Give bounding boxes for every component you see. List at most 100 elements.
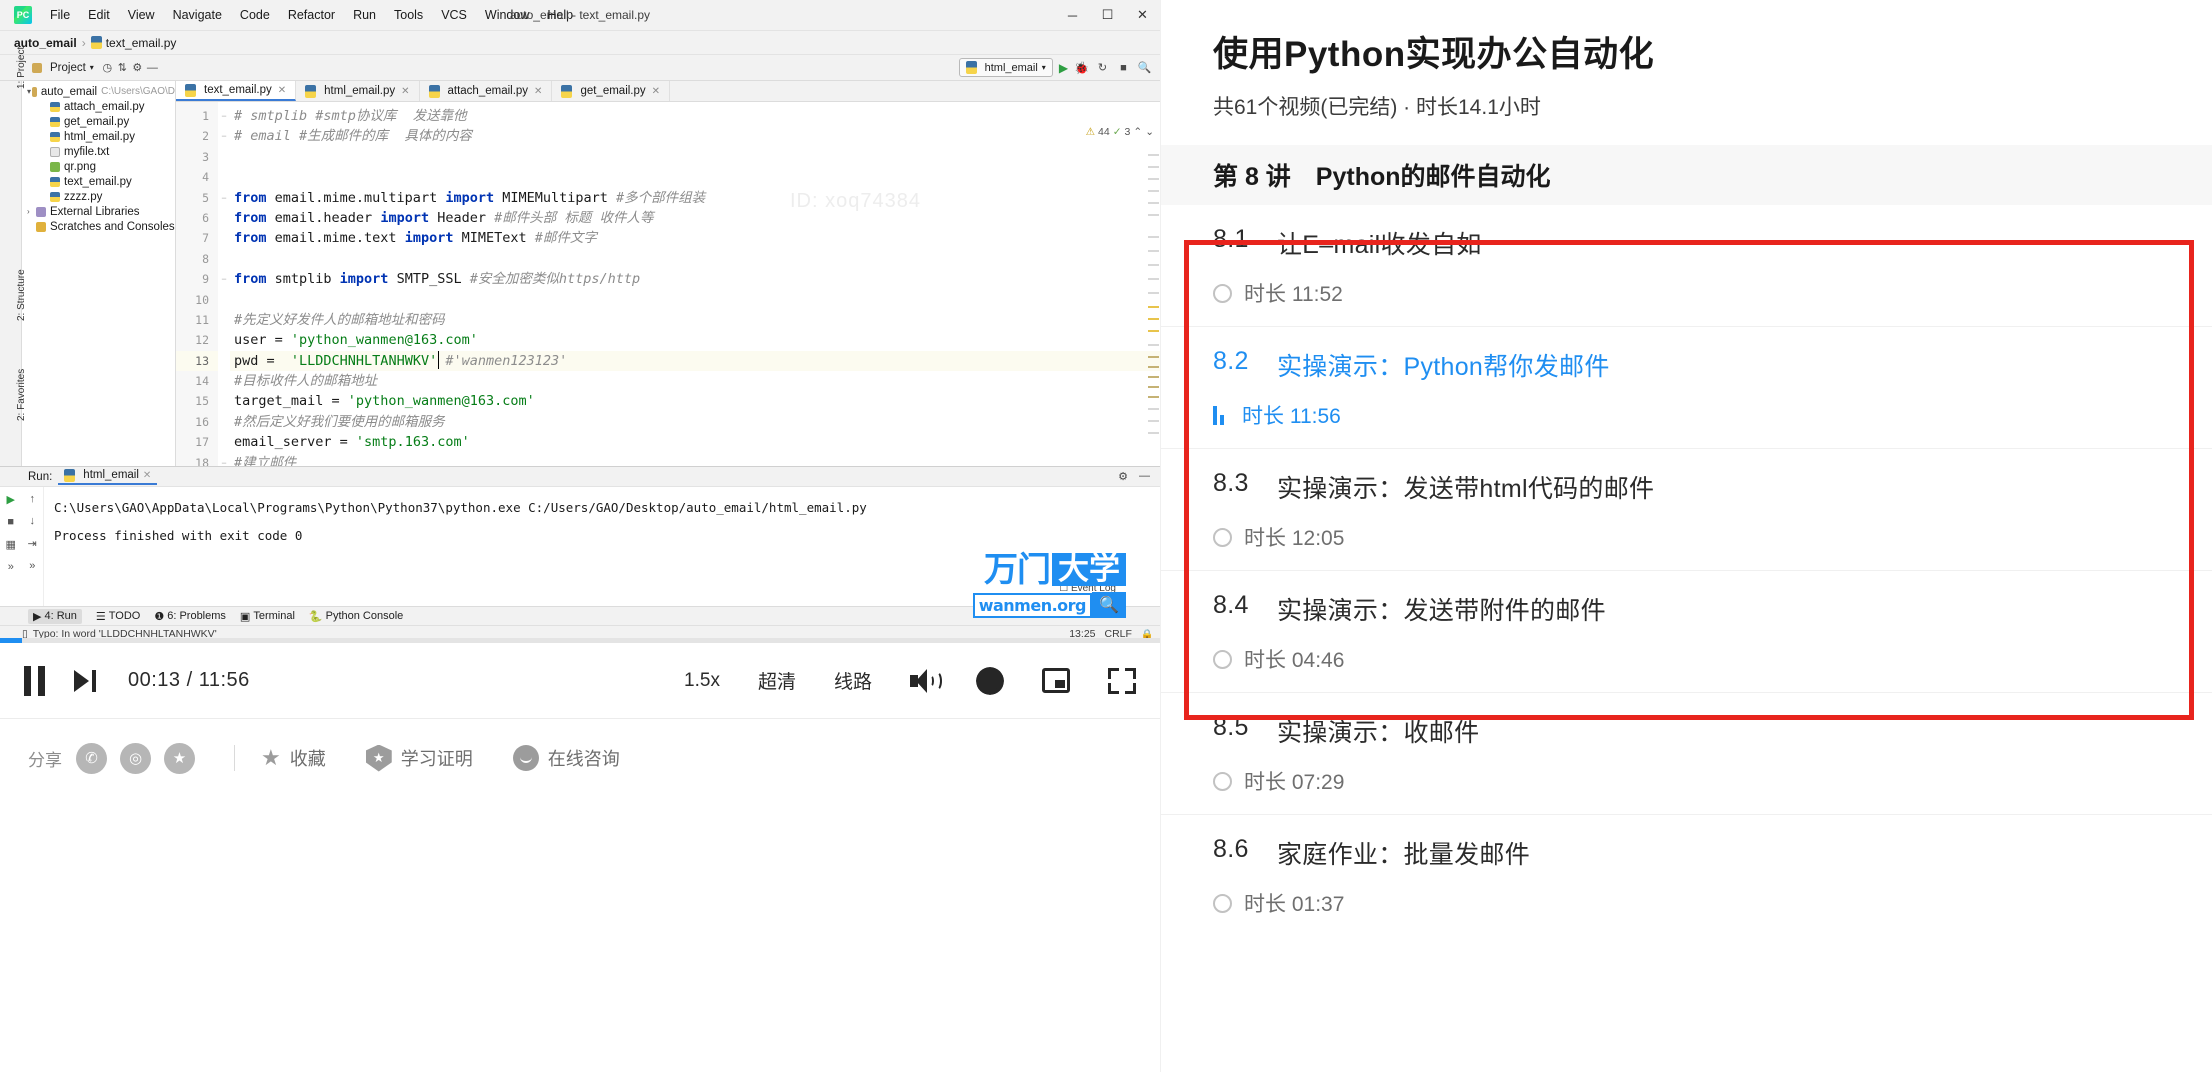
code-line[interactable] [230,290,1160,310]
picture-in-picture-button[interactable] [1042,668,1070,693]
tree-item[interactable]: attach_email.py [22,99,175,114]
code-line[interactable]: target_mail = 'python_wanmen@163.com' [230,391,1160,411]
down-icon[interactable]: ↓ [30,515,36,527]
tree-item[interactable]: text_email.py [22,174,175,189]
fold-marker-icon[interactable]: − [218,188,230,208]
project-tool-button[interactable]: Project ▾ [26,62,100,74]
line-button[interactable]: 线路 [834,667,872,694]
tree-item[interactable]: › External Libraries [22,204,175,219]
breadcrumb-file[interactable]: text_email.py [106,36,177,50]
close-icon[interactable]: ✕ [652,86,660,97]
menu-view[interactable]: View [119,6,164,24]
bottom-tool-python-console-icon[interactable]: 🐍 Python Console [309,610,403,623]
fold-marker-icon[interactable] [218,330,230,350]
layout-icon[interactable]: ▦ [6,538,16,551]
volume-button[interactable] [910,668,942,694]
weibo-share-icon[interactable]: ◎ [120,742,151,774]
fold-marker-icon[interactable] [218,167,230,187]
settings-button[interactable] [976,667,1004,695]
menu-edit[interactable]: Edit [79,6,119,24]
lesson-item[interactable]: 8.6 家庭作业：批量发邮件 时长 01:37 [1161,815,2212,936]
stop-icon[interactable]: ■ [1116,60,1131,75]
tree-item[interactable]: myfile.txt [22,144,175,159]
bottom-tool-todo-icon[interactable]: ☰ TODO [96,610,140,623]
editor-tab[interactable]: text_email.py ✕ [176,81,297,101]
search-icon[interactable]: 🔍 [1137,60,1152,75]
run-tab-html-email[interactable]: html_email ✕ [58,468,158,485]
fold-gutter[interactable]: − − − − − [218,102,230,466]
twisty-icon[interactable]: › [27,207,36,216]
fold-marker-icon[interactable] [218,208,230,228]
fold-marker-icon[interactable] [218,371,230,391]
bottom-tool-problems-icon[interactable]: ❶ 6: Problems [154,610,226,623]
debug-icon[interactable]: 🐞 [1074,61,1089,75]
status-encoding[interactable]: CRLF [1105,628,1132,638]
lesson-item[interactable]: 8.2 实操演示：Python帮你发邮件 时长 11:56 [1161,327,2212,449]
fold-marker-icon[interactable]: − [218,106,230,126]
tree-item[interactable]: zzzz.py [22,189,175,204]
code-line[interactable]: # email #生成邮件的库 具体的内容 [230,126,1160,146]
wechat-share-icon[interactable]: ✆ [76,742,107,774]
rerun-icon[interactable]: ▶ [7,493,15,506]
sidebar-tab-project[interactable]: 1: Project [16,47,27,89]
code-line[interactable]: from email.header import Header #邮件头部 标题… [230,208,1160,228]
fold-marker-icon[interactable] [218,391,230,411]
code-line[interactable]: email_server = 'smtp.163.com' [230,432,1160,452]
fold-marker-icon[interactable]: − [218,453,230,466]
close-icon[interactable]: ✕ [143,470,151,481]
code-lines[interactable]: ID: xoq74384 # smtplib #smtp协议库 发送靠他 # em… [230,102,1160,466]
editor-tab[interactable]: attach_email.py ✕ [419,81,553,101]
menu-refactor[interactable]: Refactor [279,6,344,24]
expand-icon[interactable]: » [29,560,35,572]
tree-item[interactable]: get_email.py [22,114,175,129]
next-problem-icon[interactable]: ⌄ [1145,126,1154,138]
close-icon[interactable]: ✕ [401,86,409,97]
close-icon[interactable]: ✕ [534,86,542,97]
code-line[interactable]: #然后定义好我们要使用的邮箱服务 [230,412,1160,432]
menu-window[interactable]: Window [476,6,538,24]
menu-vcs[interactable]: VCS [432,6,476,24]
video-frame-pycharm-screencast[interactable]: PC File Edit View Navigate Code Refactor… [0,0,1160,638]
code-line[interactable]: # smtplib #smtp协议库 发送靠他 [230,106,1160,126]
expand-icon[interactable]: » [8,561,14,573]
menu-help[interactable]: Help [538,6,582,24]
code-line[interactable]: from email.mime.text import MIMEText #邮件… [230,228,1160,248]
next-video-button[interactable] [74,669,96,692]
code-line[interactable]: #先定义好发件人的邮箱地址和密码 [230,310,1160,330]
fold-marker-icon[interactable]: − [218,126,230,146]
history-icon[interactable]: ◷ [100,60,115,75]
tree-item[interactable]: html_email.py [22,129,175,144]
run-icon[interactable]: ▶ [1059,61,1068,75]
close-button[interactable]: ✕ [1125,0,1160,30]
menu-run[interactable]: Run [344,6,385,24]
code-area[interactable]: 12345678910111213141516171819 −−−−− ID: … [176,102,1160,466]
menu-tools[interactable]: Tools [385,6,432,24]
collapse-icon[interactable]: ⇅ [115,60,130,75]
close-icon[interactable]: ✕ [278,85,286,96]
fold-marker-icon[interactable]: − [218,269,230,289]
soft-wrap-icon[interactable]: ⇥ [28,537,37,550]
bottom-tool-terminal-icon[interactable]: ▣ Terminal [240,610,295,623]
code-line[interactable]: #建立邮件 [230,453,1160,466]
pause-button[interactable] [24,665,46,696]
lock-icon[interactable]: 🔒 [1141,628,1154,639]
rerun-icon[interactable]: ↻ [1095,60,1110,75]
prev-problem-icon[interactable]: ⌃ [1133,126,1142,138]
certificate-button[interactable]: ★ 学习证明 [365,744,473,772]
fold-marker-icon[interactable] [218,147,230,167]
fold-marker-icon[interactable] [218,249,230,269]
fold-marker-icon[interactable] [218,412,230,432]
fold-marker-icon[interactable] [218,432,230,452]
editor-tab[interactable]: html_email.py ✕ [296,81,420,101]
quality-button[interactable]: 超清 [758,667,796,694]
project-tree-panel[interactable]: ▾ auto_email C:\Users\GAO\D attach_email.py… [22,81,176,466]
maximize-button[interactable]: ☐ [1090,0,1125,30]
sidebar-tab-structure[interactable]: 2: Structure [16,269,27,321]
stop-icon[interactable]: ■ [7,516,14,528]
inspection-summary[interactable]: ⚠ 44 ✓ 3 ⌃ ⌄ [1086,126,1154,138]
bottom-tool-run-icon[interactable]: ▶ 4: Run [28,608,82,624]
settings-icon[interactable]: ⚙ [130,60,145,75]
minimize-icon[interactable]: — [1139,470,1150,483]
code-line[interactable] [230,147,1160,167]
run-config-selector[interactable]: html_email ▾ [958,58,1053,77]
